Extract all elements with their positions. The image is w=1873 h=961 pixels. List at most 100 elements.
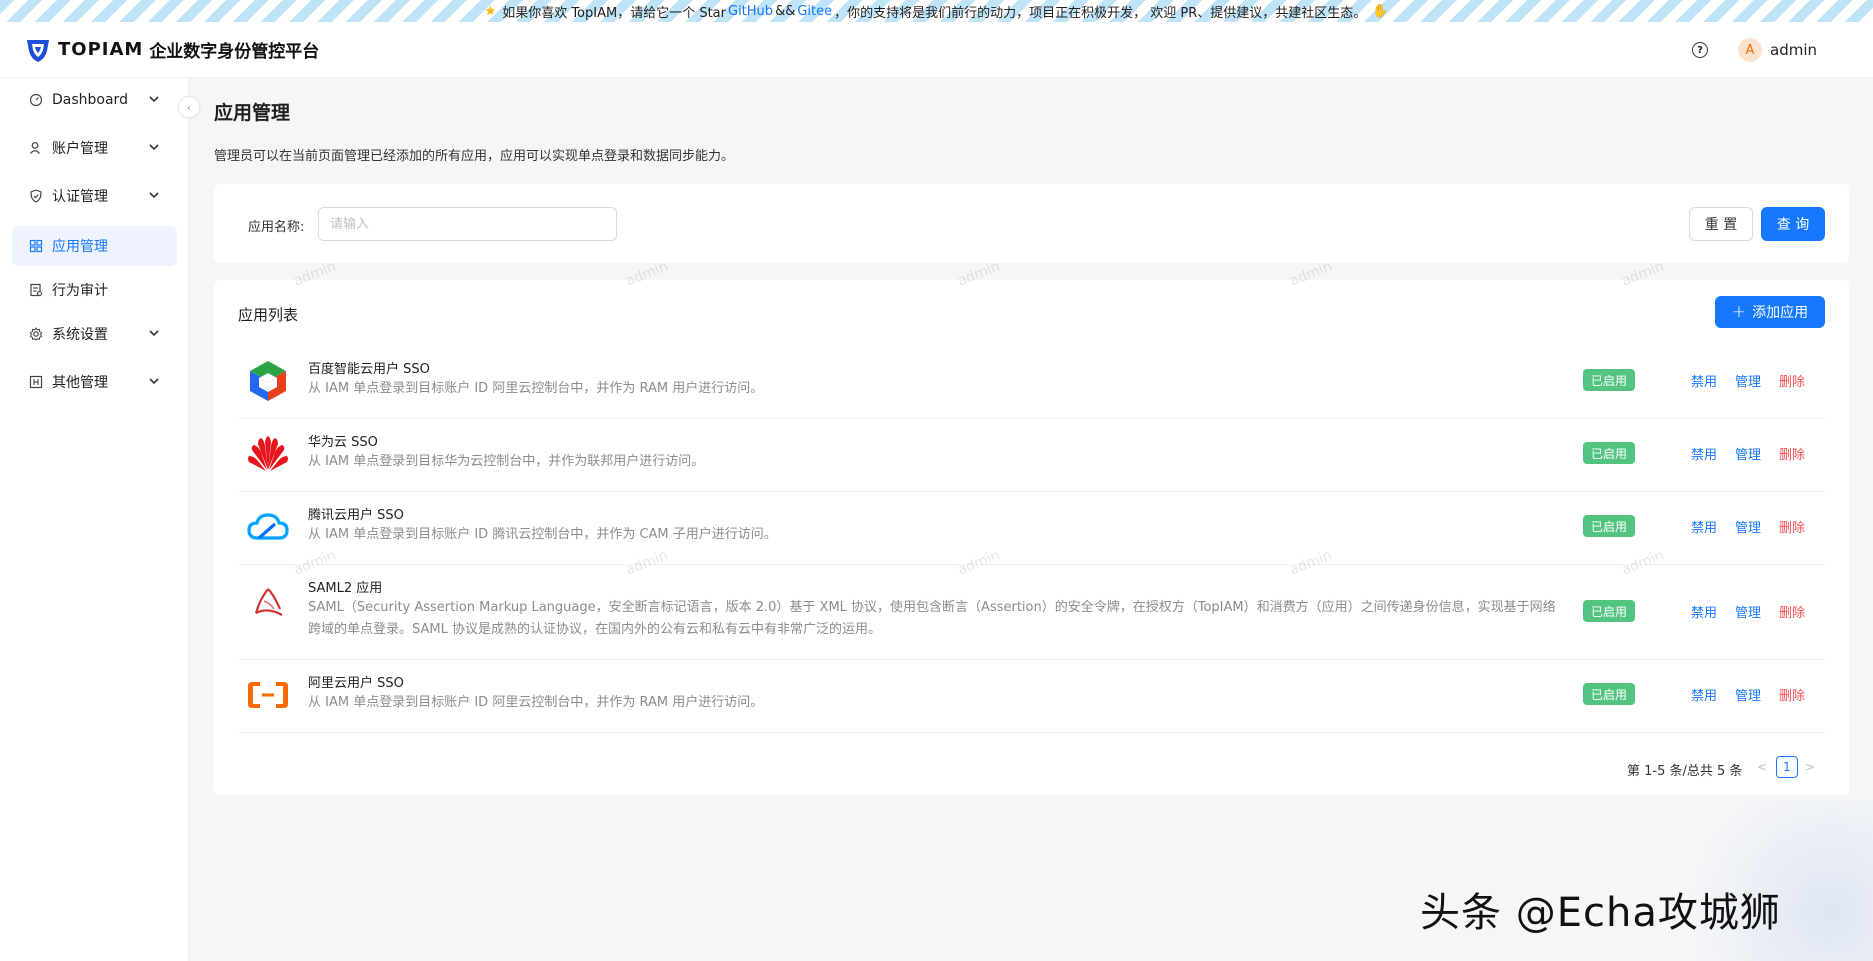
topiam-logo-icon [27, 39, 49, 62]
list-item: 华为云 SSO 从 IAM 单点登录到目标华为云控制台中，并作为联邦用户进行访问… [238, 419, 1825, 492]
sidebar-item-audit[interactable]: 行为审计 [12, 270, 177, 310]
sidebar: Dashboard 账户管理 认证管理 应用管理 行为审计 系统设置 其他管理 [0, 78, 189, 961]
dashboard-icon [28, 92, 44, 108]
delete-button[interactable]: 删除 [1779, 602, 1805, 621]
page-button[interactable]: 1 [1776, 756, 1798, 778]
banner-text-after: ，你的支持将是我们前行的动力，项目正在积极开发， 欢迎 PR、提供建议，共建社区… [834, 5, 1367, 21]
chevron-down-icon [149, 144, 159, 151]
sidebar-item-auth[interactable]: 认证管理 [12, 176, 177, 216]
plus-icon: + [1731, 302, 1747, 322]
status-badge: 已启用 [1583, 369, 1635, 391]
disable-button[interactable]: 禁用 [1691, 517, 1717, 536]
app-name[interactable]: 阿里云用户 SSO [308, 672, 404, 691]
chevron-left-icon: ‹ [186, 100, 192, 114]
box-icon [28, 374, 44, 390]
sidebar-item-label: 行为审计 [52, 283, 108, 299]
app-name[interactable]: 腾讯云用户 SSO [308, 504, 404, 523]
gitee-link[interactable]: Gitee [797, 4, 832, 19]
top-header: TOPIAM 企业数字身份管控平台 ? A admin [0, 22, 1873, 78]
add-app-button[interactable]: + 添加应用 [1715, 296, 1825, 328]
chevron-left-icon[interactable]: < [1757, 760, 1767, 774]
github-link[interactable]: GitHub [728, 4, 773, 19]
delete-button[interactable]: 删除 [1779, 685, 1805, 704]
reset-button[interactable]: 重 置 [1689, 207, 1753, 241]
sidebar-item-other[interactable]: 其他管理 [12, 362, 177, 402]
saml-logo [246, 581, 290, 625]
delete-button[interactable]: 删除 [1779, 517, 1805, 536]
chevron-down-icon [149, 96, 159, 103]
pagination-info: 第 1-5 条/总共 5 条 [1627, 764, 1743, 779]
sidebar-item-apps[interactable]: 应用管理 [12, 226, 177, 266]
sidebar-item-accounts[interactable]: 账户管理 [12, 128, 177, 168]
gear-icon [28, 326, 44, 342]
banner-text-before: 如果你喜欢 TopIAM，请给它一个 Star [502, 5, 726, 21]
query-button[interactable]: 查 询 [1761, 207, 1825, 241]
manage-button[interactable]: 管理 [1735, 517, 1761, 536]
app-name[interactable]: 华为云 SSO [308, 431, 378, 450]
manage-button[interactable]: 管理 [1735, 444, 1761, 463]
user-icon [28, 140, 44, 156]
delete-button[interactable]: 删除 [1779, 371, 1805, 390]
chevron-right-icon[interactable]: > [1805, 760, 1815, 774]
app-list-title: 应用列表 [238, 306, 299, 324]
apps-icon [28, 238, 44, 254]
manage-button[interactable]: 管理 [1735, 602, 1761, 621]
sidebar-item-label: 其他管理 [52, 375, 108, 391]
banner-amp: && [775, 3, 796, 19]
shield-icon [28, 188, 44, 204]
app-list-card: 应用列表 + 添加应用 百度智能云用户 SSO 从 IAM 单点登录到目标账户 … [214, 280, 1849, 795]
add-app-label: 添加应用 [1752, 305, 1809, 321]
overlay-watermark: 头条 @Echa攻城狮 [1420, 890, 1781, 936]
delete-button[interactable]: 删除 [1779, 444, 1805, 463]
disable-button[interactable]: 禁用 [1691, 685, 1717, 704]
status-badge: 已启用 [1583, 600, 1635, 622]
sidebar-item-settings[interactable]: 系统设置 [12, 314, 177, 354]
app-description: 从 IAM 单点登录到目标账户 ID 腾讯云控制台中，并作为 CAM 子用户进行… [308, 527, 777, 542]
list-item: 百度智能云用户 SSO 从 IAM 单点登录到目标账户 ID 阿里云控制台中，并… [238, 346, 1825, 419]
sidebar-collapse-button[interactable]: ‹ [178, 96, 200, 118]
disable-button[interactable]: 禁用 [1691, 602, 1717, 621]
app-description: 从 IAM 单点登录到目标华为云控制台中，并作为联邦用户进行访问。 [308, 454, 705, 469]
baidu-cloud-logo [246, 359, 290, 403]
username[interactable]: admin [1770, 41, 1817, 59]
brand-logo[interactable]: TOPIAM 企业数字身份管控平台 [24, 36, 319, 64]
page-title: 应用管理 [214, 102, 291, 124]
audit-icon [28, 282, 44, 298]
status-badge: 已启用 [1583, 442, 1635, 464]
app-name[interactable]: SAML2 应用 [308, 577, 382, 596]
hand-icon: ✋ [1372, 3, 1389, 19]
app-name-label: 应用名称: [248, 220, 305, 235]
status-badge: 已启用 [1583, 683, 1635, 705]
sidebar-item-label: Dashboard [52, 92, 128, 108]
sidebar-item-label: 认证管理 [52, 189, 108, 205]
list-item: 腾讯云用户 SSO 从 IAM 单点登录到目标账户 ID 腾讯云控制台中，并作为… [238, 492, 1825, 565]
manage-button[interactable]: 管理 [1735, 371, 1761, 390]
list-item: 阿里云用户 SSO 从 IAM 单点登录到目标账户 ID 阿里云控制台中，并作为… [238, 660, 1825, 733]
chevron-down-icon [149, 378, 159, 385]
manage-button[interactable]: 管理 [1735, 685, 1761, 704]
app-description: SAML（Security Assertion Markup Language，… [308, 600, 1556, 637]
app-description: 从 IAM 单点登录到目标账户 ID 阿里云控制台中，并作为 RAM 用户进行访… [308, 381, 764, 396]
list-item: SAML2 应用 SAML（Security Assertion Markup … [238, 565, 1825, 660]
sidebar-item-dashboard[interactable]: Dashboard [12, 80, 177, 120]
huawei-cloud-logo [246, 432, 290, 476]
aliyun-logo [246, 673, 290, 717]
chevron-down-icon [149, 192, 159, 199]
avatar[interactable]: A [1738, 38, 1762, 62]
question-circle-icon[interactable]: ? [1692, 42, 1708, 58]
platform-subtitle: 企业数字身份管控平台 [149, 42, 320, 62]
search-form: 应用名称: 重 置 查 询 [214, 184, 1849, 263]
star-icon: ★ [484, 3, 497, 19]
disable-button[interactable]: 禁用 [1691, 371, 1717, 390]
app-description: 从 IAM 单点登录到目标账户 ID 阿里云控制台中，并作为 RAM 用户进行访… [308, 695, 764, 710]
logo-text: TOPIAM [58, 39, 144, 60]
tencent-cloud-logo [246, 505, 290, 549]
app-name-input[interactable] [318, 207, 617, 241]
disable-button[interactable]: 禁用 [1691, 444, 1717, 463]
sidebar-item-label: 应用管理 [52, 239, 108, 255]
sidebar-item-label: 账户管理 [52, 141, 108, 157]
page-description: 管理员可以在当前页面管理已经添加的所有应用，应用可以实现单点登录和数据同步能力。 [214, 149, 735, 164]
status-badge: 已启用 [1583, 515, 1635, 537]
sidebar-item-label: 系统设置 [52, 327, 108, 343]
app-name[interactable]: 百度智能云用户 SSO [308, 358, 430, 377]
